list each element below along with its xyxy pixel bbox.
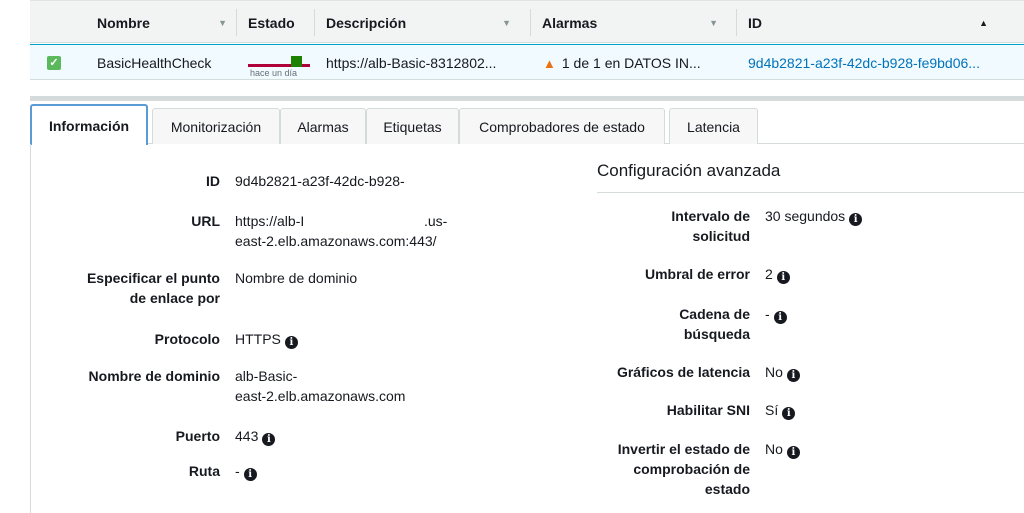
sni-value: Sí i [765,400,796,420]
sort-down-icon[interactable]: ▼ [502,18,511,28]
tab-latencia[interactable]: Latencia [669,108,758,144]
interval-value: 30 segundos i [765,206,863,226]
invert-value: No i [765,439,800,459]
invert-label-line1: Invertir el estado de [617,441,750,457]
row-id-link[interactable]: 9d4b2821-a23f-42dc-b928-fe9bd06... [748,45,980,81]
domain-label: Nombre de dominio [88,368,220,384]
latency-graphs-value: No i [765,362,800,382]
threshold-value: 2i [765,264,790,284]
invert-label-line2: comprobación de [633,461,750,477]
info-icon[interactable]: i [782,407,796,420]
domain-value-line1: alb-Basic- [235,368,298,384]
port-label: Puerto [175,428,220,444]
endpoint-label-line2: de enlace por [129,290,220,306]
tab-comprobadores[interactable]: Comprobadores de estado [459,108,665,144]
column-separator [530,9,531,36]
warning-icon: ▲ [543,55,556,71]
table-row[interactable]: ✓ BasicHealthCheck hace un día https://a… [30,44,1024,80]
info-icon[interactable]: i [284,336,298,349]
interval-label-line1: Intervalo de [671,208,750,224]
row-descripcion: https://alb-Basic-8312802... [326,55,497,71]
row-alarmas: ▲ 1 de 1 en DATOS IN... [543,55,701,71]
column-separator [236,9,237,36]
url-value-line1: https://alb-I [235,213,305,229]
threshold-label: Umbral de error [644,266,750,282]
search-string-label-line1: Cadena de [679,306,750,322]
status-point-healthy [291,56,302,67]
latency-graphs-label: Gráficos de latencia [616,364,750,380]
info-icon[interactable]: i [786,369,800,382]
column-header-nombre[interactable]: Nombre ▼ [97,1,237,44]
url-value-line2: east-2.elb.amazonaws.com:443/ [235,233,437,249]
tab-informacion[interactable]: Información [30,104,148,145]
column-separator [736,9,737,36]
advanced-config-title: Configuración avanzada [597,161,781,180]
interval-label-line2: solicitud [692,228,750,244]
search-string-label-line2: búsqueda [683,326,750,342]
panel-border [30,144,31,513]
sort-down-icon[interactable]: ▼ [218,18,227,28]
column-header-descripcion[interactable]: Descripción ▼ [326,1,521,44]
tab-etiquetas[interactable]: Etiquetas [366,108,459,144]
sni-label: Habilitar SNI [666,402,750,418]
section-divider [597,192,1024,193]
tab-monitorizacion[interactable]: Monitorización [152,108,280,144]
protocol-label: Protocolo [154,331,220,347]
status-time-label: hace un día [250,68,298,78]
info-icon[interactable]: i [776,271,790,284]
tab-alarmas[interactable]: Alarmas [280,108,366,144]
path-label: Ruta [188,463,220,479]
info-icon[interactable]: i [773,311,787,324]
column-header-alarmas[interactable]: Alarmas ▼ [542,1,728,44]
port-value: 443 i [235,426,276,446]
endpoint-value: Nombre de dominio [235,270,358,286]
table-header: Nombre ▼ Estado Descripción ▼ Alarmas ▼ … [30,0,1024,43]
path-value: -i [235,461,257,481]
domain-value-line2: east-2.elb.amazonaws.com [235,388,406,404]
sort-down-icon[interactable]: ▼ [709,18,718,28]
column-header-estado[interactable]: Estado [248,1,318,44]
id-value: 9d4b2821-a23f-42dc-b928- [235,173,405,189]
endpoint-label-line1: Especificar el punto [86,270,220,286]
row-nombre: BasicHealthCheck [97,55,212,71]
info-icon[interactable]: i [262,433,276,446]
checkbox-checked-icon[interactable]: ✓ [47,56,61,70]
invert-label-line3: estado [704,481,750,497]
tab-bar: Información Monitorización Alarmas Etiqu… [30,104,1024,145]
column-separator [314,9,315,36]
status-sparkline: hace un día [248,51,310,78]
pane-divider[interactable] [30,96,1024,101]
url-value-line1b: .us- [424,213,448,229]
sort-up-icon[interactable]: ▲ [979,18,988,28]
info-icon[interactable]: i [849,213,863,226]
column-header-id[interactable]: ID ▲ [748,1,998,44]
info-icon[interactable]: i [786,446,800,459]
protocol-value: HTTPS i [235,329,298,349]
search-string-value: -i [765,304,787,324]
info-icon[interactable]: i [243,468,257,481]
id-label: ID [206,173,220,189]
url-label: URL [191,213,220,229]
